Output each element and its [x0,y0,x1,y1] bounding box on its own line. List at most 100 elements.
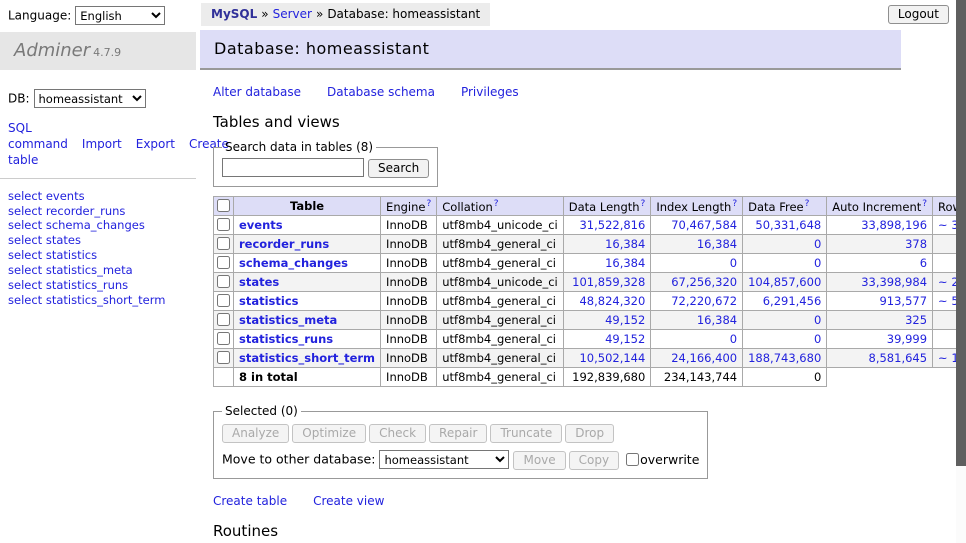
row-checkbox[interactable] [217,332,230,345]
cell-data-free-link[interactable]: 104,857,600 [748,275,821,289]
row-checkbox[interactable] [217,294,230,307]
analyze-button[interactable]: Analyze [222,424,289,443]
cell-auto-increment-link[interactable]: 8,581,645 [869,351,928,365]
breadcrumb-link-mysql[interactable]: MySQL [211,7,257,21]
sidebar-select-schema-changes[interactable]: select schema_changes [8,218,196,233]
cell-auto-increment-link[interactable]: 6 [920,256,927,270]
cell-auto-increment-link[interactable]: 913,577 [879,294,927,308]
bottom-link-create-view[interactable]: Create view [313,494,384,508]
cell-index-length-link[interactable]: 67,256,320 [671,275,737,289]
sidebar-link-import[interactable]: Import [82,137,122,151]
table-link-states[interactable]: states [239,275,279,289]
cell-data-length-link[interactable]: 48,824,320 [579,294,645,308]
cell-auto-increment-link[interactable]: 33,898,196 [861,218,927,232]
sidebar-link-sql-command[interactable]: SQL command [8,121,68,151]
bottom-link-create-table[interactable]: Create table [213,494,287,508]
cell-index-length-link[interactable]: 16,384 [697,237,737,251]
cell-auto-increment-link[interactable]: 39,999 [887,332,927,346]
db-link-database-schema[interactable]: Database schema [327,85,435,99]
table-link-statistics-short-term[interactable]: statistics_short_term [239,351,375,365]
cell-data-length-link[interactable]: 16,384 [605,237,645,251]
cell-index-length: 24,166,400 [651,349,743,368]
table-link-statistics-runs[interactable]: statistics_runs [239,332,333,346]
cell-collation: utf8mb4_general_ci [437,330,564,349]
cell-data-length-link[interactable]: 49,152 [605,332,645,346]
column-header-data-length: Data Length? [563,196,651,216]
cell-data-free-link[interactable]: 0 [814,256,821,270]
breadcrumb-link-server[interactable]: Server [273,7,312,21]
language-select[interactable]: English [75,6,165,25]
help-link[interactable]: ? [922,199,927,209]
cell-auto-increment-link[interactable]: 378 [905,237,927,251]
cell-data-free-link[interactable]: 6,291,456 [763,294,822,308]
cell-data-free-link[interactable]: 0 [814,237,821,251]
cell-data-length: 10,502,144 [563,349,651,368]
cell-index-length-link[interactable]: 24,166,400 [671,351,737,365]
cell-auto-increment-link[interactable]: 325 [905,313,927,327]
cell-data-length-link[interactable]: 16,384 [605,256,645,270]
row-checkbox[interactable] [217,256,230,269]
cell-data-free-link[interactable]: 0 [814,313,821,327]
search-input[interactable] [222,158,364,177]
search-button[interactable]: Search [368,159,429,178]
db-link-privileges[interactable]: Privileges [461,85,519,99]
help-link[interactable]: ? [805,199,810,209]
table-row: statistics_runsInnoDButf8mb4_general_ci4… [214,330,966,349]
scrollbar-thumb[interactable] [956,0,966,466]
move-db-select[interactable]: homeassistant [379,450,509,469]
create-table-view-links: Create table Create view [213,494,956,508]
row-checkbox[interactable] [217,237,230,250]
cell-data-length-link[interactable]: 31,522,816 [579,218,645,232]
table-link-events[interactable]: events [239,218,283,232]
row-checkbox[interactable] [217,218,230,231]
help-link[interactable]: ? [426,199,431,209]
table-link-statistics-meta[interactable]: statistics_meta [239,313,337,327]
drop-button[interactable]: Drop [565,424,614,443]
cell-collation: utf8mb4_general_ci [437,349,564,368]
vertical-scrollbar[interactable] [956,0,966,543]
cell-index-length-link[interactable]: 16,384 [697,313,737,327]
selected-buttons-row: AnalyzeOptimizeCheckRepairTruncateDrop [222,424,699,443]
cell-index-length-link[interactable]: 72,220,672 [671,294,737,308]
sidebar-select-statistics[interactable]: select statistics [8,248,196,263]
row-checkbox[interactable] [217,313,230,326]
table-link-statistics[interactable]: statistics [239,294,299,308]
row-checkbox[interactable] [217,275,230,288]
cell-data-free-link[interactable]: 50,331,648 [755,218,821,232]
sidebar-select-statistics-meta[interactable]: select statistics_meta [8,263,196,278]
overwrite-checkbox[interactable] [626,453,639,466]
sidebar-select-recorder-runs[interactable]: select recorder_runs [8,204,196,219]
truncate-button[interactable]: Truncate [490,424,562,443]
copy-button[interactable]: Copy [569,451,619,470]
sidebar-select-statistics-runs[interactable]: select statistics_runs [8,278,196,293]
row-checkbox[interactable] [217,351,230,364]
cell-data-length-link[interactable]: 101,859,328 [572,275,645,289]
total-data-length: 192,839,680 [563,368,651,387]
cell-auto-increment-link[interactable]: 33,398,984 [861,275,927,289]
move-button[interactable]: Move [513,451,565,470]
db-link-alter-database[interactable]: Alter database [213,85,301,99]
cell-data-length-link[interactable]: 49,152 [605,313,645,327]
cell-index-length-link[interactable]: 70,467,584 [671,218,737,232]
check-button[interactable]: Check [369,424,426,443]
table-link-recorder-runs[interactable]: recorder_runs [239,237,329,251]
table-link-schema-changes[interactable]: schema_changes [239,256,348,270]
cell-index-length-link[interactable]: 0 [730,332,737,346]
repair-button[interactable]: Repair [429,424,487,443]
sidebar-select-states[interactable]: select states [8,233,196,248]
db-select[interactable]: homeassistant [34,89,146,108]
help-link[interactable]: ? [494,199,499,209]
help-link[interactable]: ? [641,199,646,209]
sidebar-link-export[interactable]: Export [136,137,175,151]
cell-data-length-link[interactable]: 10,502,144 [579,351,645,365]
sidebar-select-statistics-short-term[interactable]: select statistics_short_term [8,293,196,308]
help-link[interactable]: ? [732,199,737,209]
cell-index-length-link[interactable]: 0 [730,256,737,270]
sidebar-select-events[interactable]: select events [8,189,196,204]
cell-index-length: 72,220,672 [651,292,743,311]
database-action-links: Alter database Database schema Privileges [213,85,956,99]
select-all-checkbox[interactable] [217,199,230,212]
optimize-button[interactable]: Optimize [292,424,366,443]
cell-data-free-link[interactable]: 0 [814,332,821,346]
cell-data-free-link[interactable]: 188,743,680 [748,351,821,365]
